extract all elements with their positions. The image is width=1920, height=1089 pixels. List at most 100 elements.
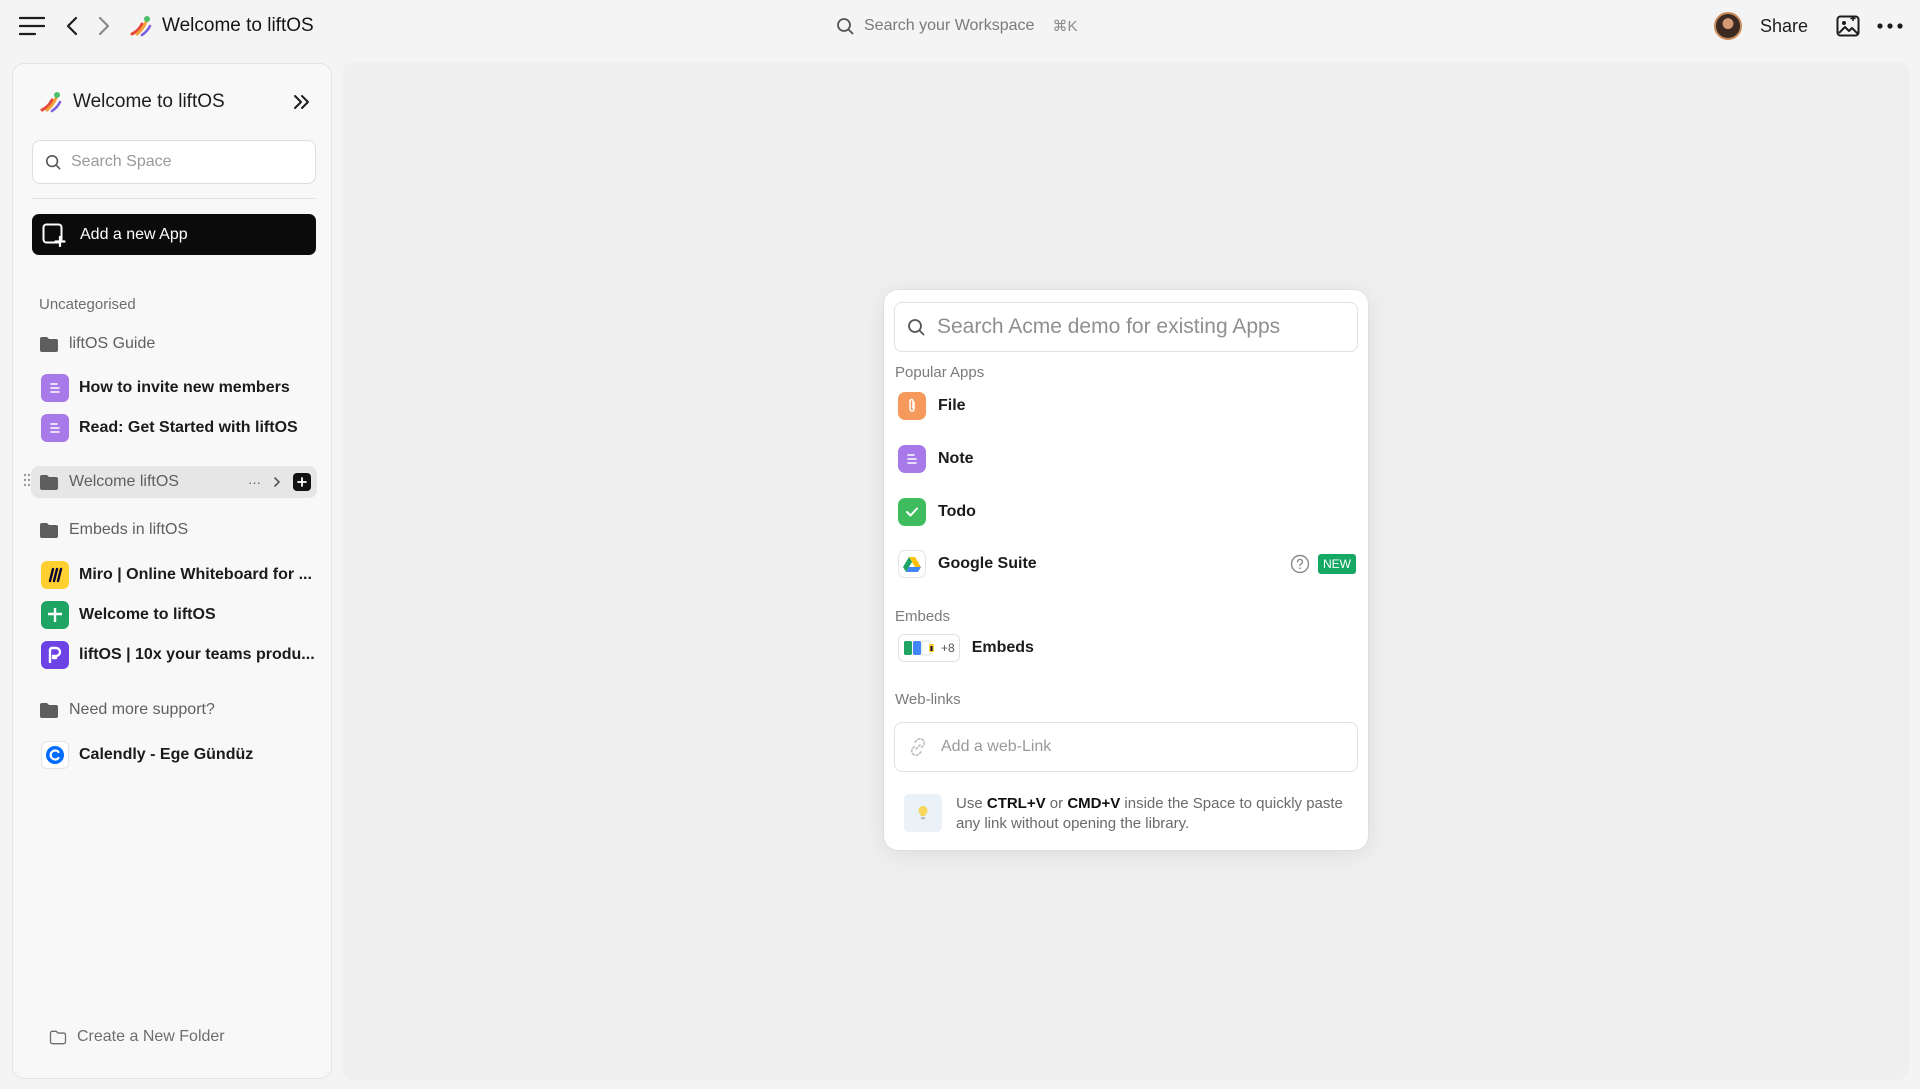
back-button[interactable] (56, 10, 88, 42)
weblink-box (894, 722, 1358, 772)
file-icon (898, 392, 926, 420)
weblink-input[interactable] (941, 738, 1341, 756)
folder-need-more-support[interactable]: Need more support? (37, 694, 319, 726)
share-button[interactable]: Share (1760, 16, 1808, 37)
sidebar-item-label: Read: Get Started with liftOS (79, 419, 298, 436)
app-library-popup: Popular Apps File Note Todo Google Suite… (884, 290, 1368, 850)
sidebar-item-welcome-sheet[interactable]: Welcome to liftOS (41, 598, 317, 632)
folder-icon (40, 474, 58, 490)
menu-button[interactable] (16, 10, 48, 42)
app-option-label: Google Suite (938, 555, 1037, 572)
image-icon (1836, 15, 1860, 37)
tip-or: or (1049, 795, 1064, 812)
sidebar-item-label: Calendly - Ege Gündüz (79, 746, 254, 763)
app-option-label: Note (938, 450, 974, 467)
link-icon (910, 737, 926, 757)
google-drive-icon (898, 550, 926, 578)
app-option-google-suite[interactable]: Google Suite NEW (898, 546, 1358, 582)
app-option-label: Embeds (971, 639, 1034, 656)
sidebar: Welcome to liftOS Add a new App Uncatego… (12, 63, 332, 1079)
folder-icon (40, 702, 58, 718)
sidebar-item-calendly[interactable]: Calendly - Ege Gündüz (41, 738, 317, 772)
sidebar-item-label: Welcome to liftOS (79, 606, 216, 623)
sidebar-item-get-started[interactable]: Read: Get Started with liftOS (41, 411, 317, 445)
drag-handle-icon[interactable] (23, 473, 31, 487)
embeds-icon-stack: +8 (898, 634, 960, 662)
add-to-folder-button[interactable] (293, 473, 311, 491)
help-circle-icon[interactable] (1290, 554, 1310, 574)
popular-apps-label: Popular Apps (895, 364, 985, 381)
background-image-button[interactable] (1832, 10, 1864, 42)
google-suite-meta: NEW (1290, 554, 1358, 574)
avatar[interactable] (1713, 12, 1742, 40)
search-icon (45, 154, 61, 170)
top-bar: Welcome to liftOS Search your Workspace … (0, 0, 1920, 52)
sidebar-item-invite-members[interactable]: How to invite new members (41, 371, 317, 405)
app-option-todo[interactable]: Todo (898, 494, 1358, 530)
sidebar-divider (32, 198, 316, 199)
app-option-label: Todo (938, 503, 976, 520)
app-search-box (894, 302, 1358, 352)
note-icon (41, 414, 69, 442)
sidebar-item-label: How to invite new members (79, 379, 290, 396)
page-title: Welcome to liftOS (162, 15, 314, 36)
add-new-app-button[interactable]: Add a new App (32, 214, 316, 255)
sidebar-title: Welcome to liftOS (73, 91, 225, 112)
app-option-note[interactable]: Note (898, 441, 1358, 477)
note-icon (898, 445, 926, 473)
folder-embeds-in-liftos[interactable]: Embeds in liftOS (37, 514, 319, 546)
folder-more-button[interactable]: ··· (248, 475, 261, 490)
forward-button[interactable] (88, 10, 120, 42)
liftos-icon (41, 641, 69, 669)
add-app-icon (42, 223, 66, 247)
embeds-section-label: Embeds (895, 608, 951, 625)
chevrons-right-icon (294, 95, 309, 109)
hamburger-icon (19, 16, 45, 36)
sidebar-item-liftos-site[interactable]: liftOS | 10x your teams produ... (41, 638, 317, 672)
space-search-input[interactable] (71, 153, 291, 171)
folder-actions: ··· (248, 473, 317, 491)
paste-tip-text: Use CTRL+V or CMD+V inside the Space to … (956, 794, 1354, 834)
weblinks-section-label: Web-links (895, 691, 961, 708)
sidebar-header: Welcome to liftOS (39, 86, 311, 118)
chevron-left-icon (66, 16, 78, 36)
workspace-search-label: Search your Workspace (864, 17, 1035, 34)
sidebar-item-label: Miro | Online Whiteboard for ... (79, 566, 312, 583)
app-search-input[interactable] (937, 315, 1337, 339)
top-bar-right: Share (1713, 10, 1906, 42)
folder-outline-icon (49, 1030, 67, 1044)
collapse-sidebar-button[interactable] (293, 94, 311, 110)
more-options-button[interactable] (1874, 10, 1906, 42)
todo-icon (898, 498, 926, 526)
more-horizontal-icon (1877, 23, 1903, 29)
search-icon (908, 319, 925, 336)
search-shortcut: ⌘K (1052, 18, 1078, 35)
search-icon (837, 18, 854, 35)
folder-label: Need more support? (69, 701, 215, 718)
folder-liftos-guide[interactable]: liftOS Guide (37, 328, 319, 360)
note-icon (41, 374, 69, 402)
folder-label: Embeds in liftOS (69, 521, 189, 538)
tip-key-ctrl-v: CTRL+V (986, 795, 1046, 812)
embed-apps-icon (904, 640, 934, 656)
space-search (32, 140, 316, 184)
add-new-app-label: Add a new App (80, 225, 188, 243)
folder-icon (40, 336, 58, 352)
app-option-label: File (938, 397, 966, 414)
folder-label: liftOS Guide (69, 335, 156, 352)
workspace-search[interactable]: Search your Workspace ⌘K (836, 12, 1077, 40)
create-folder-button[interactable]: Create a New Folder (49, 1028, 225, 1046)
sidebar-item-miro[interactable]: Miro | Online Whiteboard for ... (41, 558, 317, 592)
embeds-more-count: +8 (941, 641, 955, 655)
plus-icon (297, 477, 307, 487)
folder-welcome-liftos[interactable]: Welcome liftOS ··· (31, 466, 317, 498)
folder-icon (40, 522, 58, 538)
liftos-logo-icon (128, 13, 154, 39)
app-option-file[interactable]: File (898, 388, 1358, 424)
section-label-uncategorised: Uncategorised (39, 296, 136, 313)
liftos-logo-icon (39, 90, 63, 114)
chevron-right-icon[interactable] (273, 476, 281, 488)
app-option-embeds[interactable]: +8 Embeds (898, 630, 1358, 666)
tip-key-cmd-v: CMD+V (1067, 795, 1121, 812)
new-badge: NEW (1318, 554, 1356, 574)
